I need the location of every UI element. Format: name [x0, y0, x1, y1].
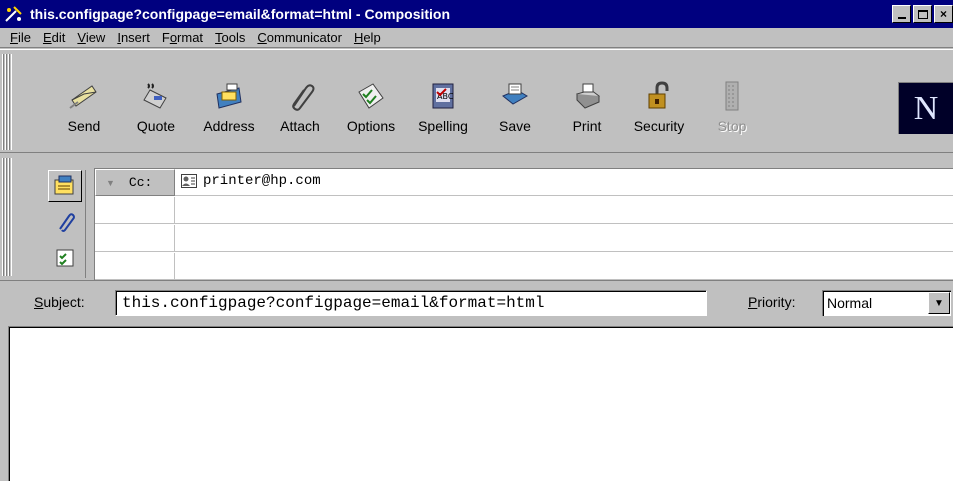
message-options-tab[interactable] — [48, 242, 82, 274]
contact-card-icon — [181, 174, 197, 188]
subject-input[interactable]: this.configpage?configpage=email&format=… — [115, 290, 707, 316]
recipient-type-select[interactable] — [95, 197, 175, 224]
subject-row: Subject: this.configpage?configpage=emai… — [0, 280, 953, 324]
printer-icon — [576, 83, 600, 109]
spelling-button[interactable]: ABC Spelling — [408, 80, 478, 150]
minimize-button[interactable] — [892, 5, 911, 23]
menu-help[interactable]: Help — [348, 30, 387, 45]
recipient-type-select[interactable] — [95, 253, 175, 280]
send-button[interactable]: Send — [49, 80, 119, 150]
dropdown-arrow-icon: ▼ — [106, 177, 115, 188]
stop-button[interactable]: Stop — [697, 80, 767, 150]
address-book-icon — [216, 83, 242, 109]
minimize-icon — [897, 17, 906, 19]
priority-label: Priority: — [748, 294, 796, 310]
attach-files-tab[interactable] — [48, 206, 82, 238]
address-button[interactable]: Address — [194, 80, 264, 150]
stop-icon — [725, 81, 739, 111]
menu-insert[interactable]: Insert — [111, 30, 156, 45]
menu-communicator[interactable]: Communicator — [251, 30, 348, 45]
recipient-address[interactable]: printer@hp.com — [181, 173, 321, 189]
close-button[interactable]: × — [934, 5, 953, 23]
security-button[interactable]: Security — [624, 80, 694, 150]
title-bar: this.configpage?configpage=email&format=… — [0, 0, 953, 28]
composition-toolbar: Send Quote Address Attach Options ABC Sp… — [0, 49, 953, 153]
maximize-icon — [917, 9, 928, 19]
close-icon: × — [939, 7, 947, 21]
recipient-row[interactable] — [95, 197, 953, 224]
address-message-tab[interactable] — [48, 170, 82, 202]
recipient-list: ▼ Cc: printer@hp.com — [94, 168, 953, 280]
netscape-logo: N — [898, 82, 953, 134]
subject-label: Subject: — [34, 294, 85, 310]
checklist-tab-icon — [56, 249, 74, 267]
addressing-grip[interactable] — [2, 158, 12, 276]
recipient-type-select[interactable]: ▼ Cc: — [95, 169, 175, 196]
recipient-type-select[interactable] — [95, 225, 175, 252]
toolbar-grip[interactable] — [2, 54, 12, 150]
send-icon — [69, 85, 97, 109]
options-checklist-icon — [358, 83, 384, 109]
recipient-row[interactable]: ▼ Cc: printer@hp.com — [95, 169, 953, 196]
addressing-area: ▼ Cc: printer@hp.com — [0, 154, 953, 280]
menu-file[interactable]: File — [4, 30, 37, 45]
attach-button[interactable]: Attach — [265, 80, 335, 150]
recipient-row[interactable] — [95, 253, 953, 280]
window-title: this.configpage?configpage=email&format=… — [30, 6, 451, 22]
save-folder-icon — [502, 83, 528, 105]
print-button[interactable]: Print — [552, 80, 622, 150]
addressing-tabs — [46, 170, 86, 278]
spell-check-icon: ABC — [432, 83, 454, 109]
menu-view[interactable]: View — [71, 30, 111, 45]
paperclip-icon — [292, 84, 315, 111]
composer-app-icon — [5, 6, 22, 22]
maximize-button[interactable] — [913, 5, 932, 23]
menu-bar: File Edit View Insert Format Tools Commu… — [0, 28, 953, 48]
options-button[interactable]: Options — [336, 80, 406, 150]
priority-value: Normal — [827, 295, 873, 311]
padlock-icon — [648, 81, 669, 109]
priority-select[interactable]: Normal ▼ — [822, 290, 951, 316]
priority-dropdown-button[interactable]: ▼ — [928, 292, 950, 314]
quote-button[interactable]: Quote — [121, 80, 191, 150]
menu-tools[interactable]: Tools — [209, 30, 251, 45]
recipient-row[interactable] — [95, 225, 953, 252]
paperclip-tab-icon — [59, 213, 75, 232]
address-card-icon — [54, 175, 74, 195]
message-body-editor[interactable] — [8, 326, 953, 481]
chevron-down-icon: ▼ — [934, 297, 944, 309]
quote-icon — [143, 83, 167, 109]
save-button[interactable]: Save — [480, 80, 550, 150]
menu-format[interactable]: Format — [156, 30, 209, 45]
menu-edit[interactable]: Edit — [37, 30, 71, 45]
